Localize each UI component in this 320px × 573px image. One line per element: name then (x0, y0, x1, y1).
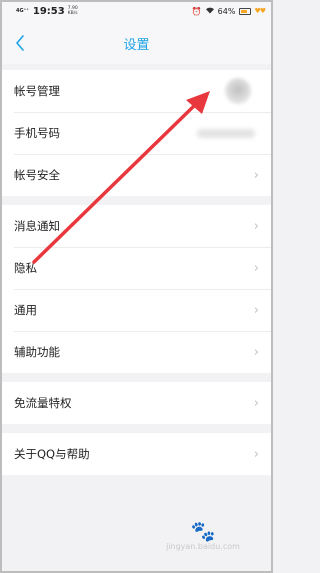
status-icons: ⏰ 64% ♥♥ (191, 6, 266, 16)
wifi-icon (205, 6, 215, 16)
settings-item-label: 消息通知 (14, 219, 60, 233)
settings-item-notifications[interactable]: 消息通知 › (2, 205, 271, 247)
signal-indicator: 4G⁺⁺ (16, 8, 29, 14)
settings-item-phone-number[interactable]: 手机号码 (2, 112, 271, 154)
chevron-right-icon: › (253, 446, 259, 462)
settings-item-label: 通用 (14, 303, 37, 317)
settings-item-privacy[interactable]: 隐私 › (2, 247, 271, 289)
watermark-text: jingyan.baidu.com (166, 542, 240, 551)
network-speed: 7.90 KB/s (67, 6, 78, 16)
chevron-right-icon: › (253, 167, 259, 183)
chevron-right-icon: › (253, 260, 259, 276)
chevron-right-icon: › (253, 344, 259, 360)
settings-item-label: 辅助功能 (14, 345, 60, 359)
phone-number-value (197, 128, 255, 138)
chevron-right-icon: › (253, 302, 259, 318)
settings-item-general[interactable]: 通用 › (2, 289, 271, 331)
settings-group-general: 消息通知 › 隐私 › 通用 › 辅助功能 › (2, 205, 271, 373)
status-time: 19:53 (32, 5, 65, 17)
settings-group-about: 关于QQ与帮助 › (2, 433, 271, 475)
battery-icon (239, 7, 252, 15)
settings-group-account: 帐号管理 手机号码 帐号安全 › (2, 70, 271, 196)
nav-bar: 设置 (0, 22, 273, 64)
chevron-right-icon: › (253, 395, 259, 411)
back-button[interactable] (10, 33, 30, 53)
settings-item-free-data[interactable]: 免流量特权 › (2, 382, 271, 424)
settings-item-about-help[interactable]: 关于QQ与帮助 › (2, 433, 271, 475)
settings-item-label: 免流量特权 (14, 396, 72, 410)
paw-logo-icon: 🐾 (190, 519, 216, 543)
battery-percent: 64% (217, 6, 236, 16)
chevron-right-icon: › (253, 218, 259, 234)
status-bar: 4G⁺⁺ 19:53 7.90 KB/s ⏰ 64% ♥♥ (0, 0, 273, 22)
chevron-left-icon (16, 35, 24, 51)
alarm-icon: ⏰ (191, 6, 202, 16)
settings-item-account-security[interactable]: 帐号安全 › (2, 154, 271, 196)
settings-item-label: 关于QQ与帮助 (14, 447, 90, 461)
avatar (225, 78, 251, 104)
settings-item-label: 隐私 (14, 261, 37, 275)
hearts-icon: ♥♥ (254, 7, 266, 15)
settings-item-account-management[interactable]: 帐号管理 (2, 70, 271, 112)
watermark: 🐾 jingyan.baidu.com (158, 520, 248, 562)
settings-item-label: 帐号管理 (14, 84, 60, 98)
settings-item-accessibility[interactable]: 辅助功能 › (2, 331, 271, 373)
settings-item-label: 帐号安全 (14, 168, 60, 182)
settings-group-data: 免流量特权 › (2, 382, 271, 424)
page-title: 设置 (123, 37, 150, 53)
settings-item-label: 手机号码 (14, 126, 60, 140)
